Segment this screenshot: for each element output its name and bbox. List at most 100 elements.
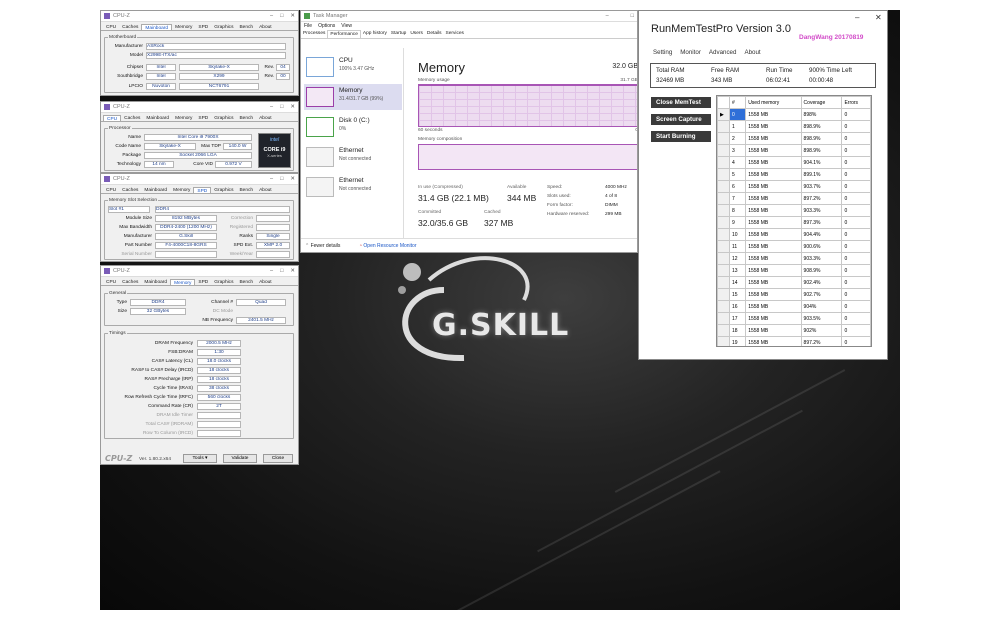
table-row[interactable]: 5 1558 MB 899.1% 0: [717, 168, 871, 181]
row-header[interactable]: [717, 324, 730, 337]
start-burning-button[interactable]: Start Burning: [651, 131, 711, 142]
close-button[interactable]: ✕: [875, 13, 882, 22]
row-header[interactable]: [717, 336, 730, 346]
open-resource-monitor-link[interactable]: ◔ Open Resource Monitor: [359, 243, 417, 249]
tab-cpu[interactable]: CPU: [103, 24, 119, 30]
tools-button[interactable]: Tools ▾: [183, 454, 217, 463]
tab-memory[interactable]: Memory: [172, 115, 195, 121]
tab-processes[interactable]: Processes: [301, 30, 327, 38]
row-header[interactable]: [717, 252, 730, 265]
minimize-button[interactable]: –: [270, 176, 273, 182]
row-header[interactable]: [717, 240, 730, 253]
tab-mainboard[interactable]: Mainboard: [143, 115, 172, 121]
table-row[interactable]: 2 1558 MB 898.9% 0: [717, 132, 871, 145]
sidebar-item-ethernet-2[interactable]: Ethernet Not connected: [304, 174, 402, 200]
screen-capture-button[interactable]: Screen Capture: [651, 114, 711, 125]
table-row[interactable]: 17 1558 MB 903.5% 0: [717, 312, 871, 325]
tab-cpu[interactable]: CPU: [103, 115, 122, 122]
row-header[interactable]: [717, 192, 730, 205]
table-row[interactable]: 9 1558 MB 897.3% 0: [717, 216, 871, 229]
tab-app-history[interactable]: App history: [361, 30, 389, 38]
tab-about[interactable]: About: [256, 279, 275, 285]
close-button[interactable]: ✕: [290, 176, 295, 182]
tab-about[interactable]: About: [256, 115, 275, 121]
tab-mainboard[interactable]: Mainboard: [141, 24, 173, 31]
menu-options[interactable]: Options: [318, 23, 335, 29]
table-row[interactable]: 16 1558 MB 904% 0: [717, 300, 871, 313]
table-row[interactable]: 11 1558 MB 900.6% 0: [717, 240, 871, 253]
tab-memory[interactable]: Memory: [172, 24, 195, 30]
menu-advanced[interactable]: Advanced: [709, 49, 737, 56]
tab-spd[interactable]: SPD: [195, 115, 211, 121]
menu-view[interactable]: View: [341, 23, 352, 29]
row-header[interactable]: [717, 312, 730, 325]
row-header[interactable]: [717, 144, 730, 157]
minimize-button[interactable]: –: [270, 13, 273, 19]
menu-monitor[interactable]: Monitor: [680, 49, 701, 56]
maximize-button[interactable]: □: [631, 13, 634, 19]
table-row[interactable]: 10 1558 MB 904.4% 0: [717, 228, 871, 241]
table-row[interactable]: 8 1558 MB 903.3% 0: [717, 204, 871, 217]
row-header[interactable]: [717, 228, 730, 241]
maximize-button[interactable]: □: [280, 268, 283, 274]
tab-spd[interactable]: SPD: [195, 279, 211, 285]
menu-file[interactable]: File: [304, 23, 312, 29]
validate-button[interactable]: Validate: [223, 454, 257, 463]
tab-about[interactable]: About: [256, 187, 275, 193]
tab-caches[interactable]: Caches: [119, 279, 141, 285]
minimize-button[interactable]: –: [270, 104, 273, 110]
tab-caches[interactable]: Caches: [121, 115, 143, 121]
sidebar-item-disk[interactable]: Disk 0 (C:) 0%: [304, 114, 402, 140]
table-row[interactable]: 7 1558 MB 897.2% 0: [717, 192, 871, 205]
table-row[interactable]: 3 1558 MB 898.9% 0: [717, 144, 871, 157]
table-row[interactable]: 12 1558 MB 903.3% 0: [717, 252, 871, 265]
row-header[interactable]: [717, 264, 730, 277]
tab-graphics[interactable]: Graphics: [211, 24, 236, 30]
row-header[interactable]: [717, 132, 730, 145]
tab-graphics[interactable]: Graphics: [211, 187, 236, 193]
close-button[interactable]: ✕: [290, 104, 295, 110]
tab-services[interactable]: Services: [444, 30, 466, 38]
menu-about[interactable]: About: [744, 49, 760, 56]
table-row[interactable]: 6 1558 MB 903.7% 0: [717, 180, 871, 193]
row-header[interactable]: [717, 204, 730, 217]
table-row[interactable]: ▶ 0 1558 MB 898% 0: [717, 108, 871, 121]
table-row[interactable]: 15 1558 MB 902.7% 0: [717, 288, 871, 301]
table-row[interactable]: 18 1558 MB 902% 0: [717, 324, 871, 337]
tab-bench[interactable]: Bench: [236, 115, 256, 121]
tab-memory[interactable]: Memory: [170, 279, 196, 286]
tab-about[interactable]: About: [256, 24, 275, 30]
tab-spd[interactable]: SPD: [193, 187, 212, 194]
tab-caches[interactable]: Caches: [119, 24, 141, 30]
tab-graphics[interactable]: Graphics: [211, 115, 236, 121]
maximize-button[interactable]: □: [280, 104, 283, 110]
maximize-button[interactable]: □: [280, 176, 283, 182]
minimize-button[interactable]: –: [606, 13, 609, 19]
slot-select[interactable]: Slot #1: [108, 206, 150, 213]
maximize-button[interactable]: □: [280, 13, 283, 19]
table-row[interactable]: 1 1558 MB 898.9% 0: [717, 120, 871, 133]
close-button[interactable]: ✕: [290, 13, 295, 19]
row-header[interactable]: [717, 156, 730, 169]
row-header[interactable]: [717, 216, 730, 229]
tab-bench[interactable]: Bench: [236, 187, 256, 193]
tab-users[interactable]: Users: [408, 30, 425, 38]
row-header[interactable]: [717, 180, 730, 193]
row-header[interactable]: [717, 168, 730, 181]
row-header[interactable]: [717, 300, 730, 313]
tab-graphics[interactable]: Graphics: [211, 279, 236, 285]
table-row[interactable]: 4 1558 MB 904.1% 0: [717, 156, 871, 169]
sidebar-item-ethernet-1[interactable]: Ethernet Not connected: [304, 144, 402, 170]
close-button[interactable]: ✕: [290, 268, 295, 274]
tab-cpu[interactable]: CPU: [103, 279, 119, 285]
sidebar-item-memory[interactable]: Memory 31.4/31.7 GB (99%): [304, 84, 402, 110]
tab-caches[interactable]: Caches: [119, 187, 141, 193]
tab-details[interactable]: Details: [425, 30, 444, 38]
tab-cpu[interactable]: CPU: [103, 187, 119, 193]
table-row[interactable]: 14 1558 MB 902.4% 0: [717, 276, 871, 289]
tab-mainboard[interactable]: Mainboard: [141, 187, 170, 193]
tab-bench[interactable]: Bench: [236, 279, 256, 285]
close-memtest-button[interactable]: Close MemTest: [651, 97, 711, 108]
row-header[interactable]: [717, 276, 730, 289]
sidebar-item-cpu[interactable]: CPU 100% 3.47 GHz: [304, 54, 402, 80]
